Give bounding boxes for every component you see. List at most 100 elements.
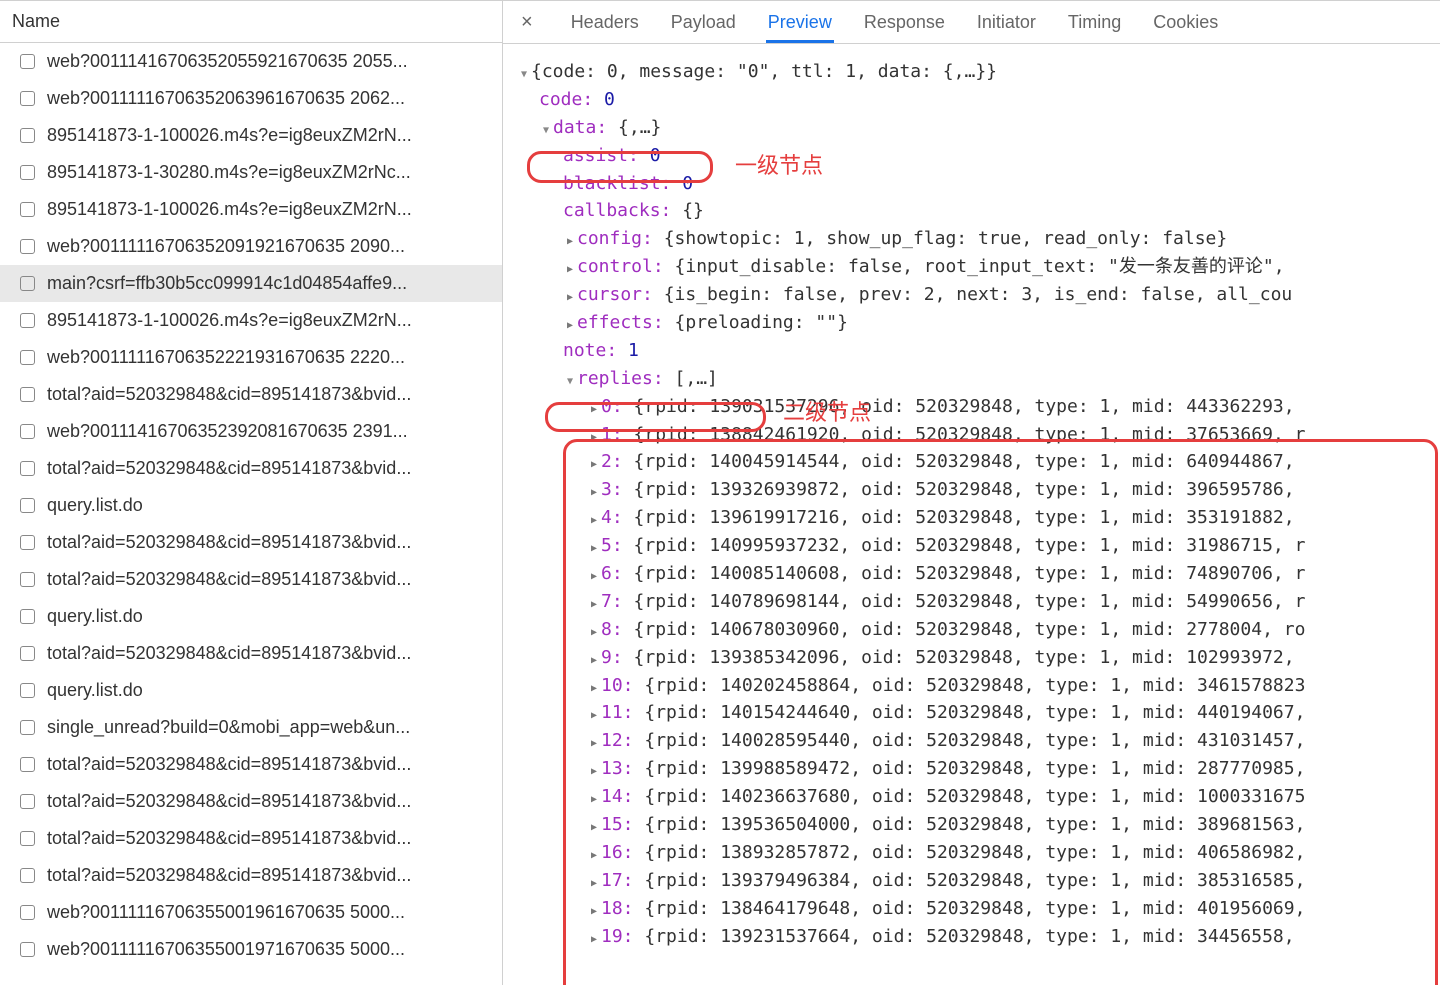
request-row[interactable]: total?aid=520329848&cid=895141873&bvid..…	[0, 524, 502, 561]
toggle-icon[interactable]	[563, 309, 577, 337]
toggle-icon[interactable]	[587, 393, 601, 421]
reply-row[interactable]: 2: {rpid: 140045914544, oid: 520329848, …	[511, 448, 1432, 476]
toggle-icon[interactable]	[587, 867, 601, 895]
close-icon[interactable]: ×	[513, 11, 541, 34]
toggle-icon[interactable]	[587, 672, 601, 700]
checkbox-icon[interactable]	[20, 313, 35, 328]
name-column-header[interactable]: Name	[0, 0, 502, 43]
tab-cookies[interactable]: Cookies	[1151, 2, 1220, 43]
tab-initiator[interactable]: Initiator	[975, 2, 1038, 43]
checkbox-icon[interactable]	[20, 572, 35, 587]
reply-row[interactable]: 13: {rpid: 139988589472, oid: 520329848,…	[511, 755, 1432, 783]
request-row[interactable]: total?aid=520329848&cid=895141873&bvid..…	[0, 561, 502, 598]
request-row[interactable]: 895141873-1-30280.m4s?e=ig8euxZM2rNc...	[0, 154, 502, 191]
toggle-icon[interactable]	[587, 448, 601, 476]
checkbox-icon[interactable]	[20, 942, 35, 957]
request-row[interactable]: total?aid=520329848&cid=895141873&bvid..…	[0, 746, 502, 783]
request-row[interactable]: 895141873-1-100026.m4s?e=ig8euxZM2rN...	[0, 117, 502, 154]
toggle-icon[interactable]	[587, 839, 601, 867]
toggle-icon[interactable]	[563, 281, 577, 309]
toggle-icon[interactable]	[587, 755, 601, 783]
request-row[interactable]: web?00111116706352063961670635 2062...	[0, 80, 502, 117]
request-row[interactable]: total?aid=520329848&cid=895141873&bvid..…	[0, 376, 502, 413]
toggle-icon[interactable]	[587, 811, 601, 839]
toggle-icon[interactable]	[587, 504, 601, 532]
json-tree[interactable]: {code: 0, message: "0", ttl: 1, data: {,…	[503, 44, 1440, 985]
checkbox-icon[interactable]	[20, 91, 35, 106]
tab-payload[interactable]: Payload	[669, 2, 738, 43]
toggle-icon[interactable]	[587, 616, 601, 644]
checkbox-icon[interactable]	[20, 535, 35, 550]
toggle-icon[interactable]	[587, 421, 601, 449]
reply-row[interactable]: 14: {rpid: 140236637680, oid: 520329848,…	[511, 783, 1432, 811]
checkbox-icon[interactable]	[20, 128, 35, 143]
toggle-icon[interactable]	[587, 560, 601, 588]
reply-row[interactable]: 11: {rpid: 140154244640, oid: 520329848,…	[511, 699, 1432, 727]
request-row[interactable]: total?aid=520329848&cid=895141873&bvid..…	[0, 857, 502, 894]
toggle-icon[interactable]	[517, 58, 531, 86]
request-row[interactable]: query.list.do	[0, 672, 502, 709]
reply-row[interactable]: 5: {rpid: 140995937232, oid: 520329848, …	[511, 532, 1432, 560]
checkbox-icon[interactable]	[20, 387, 35, 402]
request-row[interactable]: 895141873-1-100026.m4s?e=ig8euxZM2rN...	[0, 302, 502, 339]
reply-row[interactable]: 4: {rpid: 139619917216, oid: 520329848, …	[511, 504, 1432, 532]
reply-row[interactable]: 17: {rpid: 139379496384, oid: 520329848,…	[511, 867, 1432, 895]
toggle-icon[interactable]	[587, 895, 601, 923]
reply-row[interactable]: 12: {rpid: 140028595440, oid: 520329848,…	[511, 727, 1432, 755]
request-row[interactable]: web?00111116706355001971670635 5000...	[0, 931, 502, 968]
reply-row[interactable]: 8: {rpid: 140678030960, oid: 520329848, …	[511, 616, 1432, 644]
reply-row[interactable]: 15: {rpid: 139536504000, oid: 520329848,…	[511, 811, 1432, 839]
checkbox-icon[interactable]	[20, 276, 35, 291]
checkbox-icon[interactable]	[20, 424, 35, 439]
reply-row[interactable]: 16: {rpid: 138932857872, oid: 520329848,…	[511, 839, 1432, 867]
request-row[interactable]: total?aid=520329848&cid=895141873&bvid..…	[0, 783, 502, 820]
checkbox-icon[interactable]	[20, 461, 35, 476]
checkbox-icon[interactable]	[20, 202, 35, 217]
checkbox-icon[interactable]	[20, 720, 35, 735]
request-list[interactable]: web?00111416706352055921670635 2055...we…	[0, 43, 502, 985]
reply-row[interactable]: 9: {rpid: 139385342096, oid: 520329848, …	[511, 644, 1432, 672]
toggle-icon[interactable]	[563, 365, 577, 393]
reply-row[interactable]: 6: {rpid: 140085140608, oid: 520329848, …	[511, 560, 1432, 588]
toggle-icon[interactable]	[587, 727, 601, 755]
request-row[interactable]: web?00111116706355001961670635 5000...	[0, 894, 502, 931]
request-row[interactable]: query.list.do	[0, 598, 502, 635]
checkbox-icon[interactable]	[20, 646, 35, 661]
request-row[interactable]: query.list.do	[0, 487, 502, 524]
tab-preview[interactable]: Preview	[766, 2, 834, 43]
request-row[interactable]: total?aid=520329848&cid=895141873&bvid..…	[0, 635, 502, 672]
request-row[interactable]: main?csrf=ffb30b5cc099914c1d04854affe9..…	[0, 265, 502, 302]
tab-response[interactable]: Response	[862, 2, 947, 43]
checkbox-icon[interactable]	[20, 794, 35, 809]
checkbox-icon[interactable]	[20, 683, 35, 698]
checkbox-icon[interactable]	[20, 757, 35, 772]
toggle-icon[interactable]	[587, 783, 601, 811]
reply-row[interactable]: 7: {rpid: 140789698144, oid: 520329848, …	[511, 588, 1432, 616]
checkbox-icon[interactable]	[20, 350, 35, 365]
checkbox-icon[interactable]	[20, 165, 35, 180]
toggle-icon[interactable]	[587, 644, 601, 672]
reply-row[interactable]: 3: {rpid: 139326939872, oid: 520329848, …	[511, 476, 1432, 504]
tab-timing[interactable]: Timing	[1066, 2, 1123, 43]
reply-row[interactable]: 0: {rpid: 139031537296, oid: 520329848, …	[511, 393, 1432, 421]
toggle-icon[interactable]	[587, 923, 601, 951]
tab-headers[interactable]: Headers	[569, 2, 641, 43]
toggle-icon[interactable]	[587, 588, 601, 616]
request-row[interactable]: web?00111416706352392081670635 2391...	[0, 413, 502, 450]
toggle-icon[interactable]	[587, 476, 601, 504]
request-row[interactable]: web?00111416706352055921670635 2055...	[0, 43, 502, 80]
reply-row[interactable]: 10: {rpid: 140202458864, oid: 520329848,…	[511, 672, 1432, 700]
request-row[interactable]: total?aid=520329848&cid=895141873&bvid..…	[0, 820, 502, 857]
toggle-icon[interactable]	[563, 253, 577, 281]
checkbox-icon[interactable]	[20, 905, 35, 920]
checkbox-icon[interactable]	[20, 54, 35, 69]
request-row[interactable]: web?00111116706352221931670635 2220...	[0, 339, 502, 376]
reply-row[interactable]: 19: {rpid: 139231537664, oid: 520329848,…	[511, 923, 1432, 951]
checkbox-icon[interactable]	[20, 868, 35, 883]
reply-row[interactable]: 18: {rpid: 138464179648, oid: 520329848,…	[511, 895, 1432, 923]
request-row[interactable]: web?00111116706352091921670635 2090...	[0, 228, 502, 265]
checkbox-icon[interactable]	[20, 498, 35, 513]
toggle-icon[interactable]	[563, 225, 577, 253]
request-row[interactable]: total?aid=520329848&cid=895141873&bvid..…	[0, 450, 502, 487]
toggle-icon[interactable]	[587, 699, 601, 727]
